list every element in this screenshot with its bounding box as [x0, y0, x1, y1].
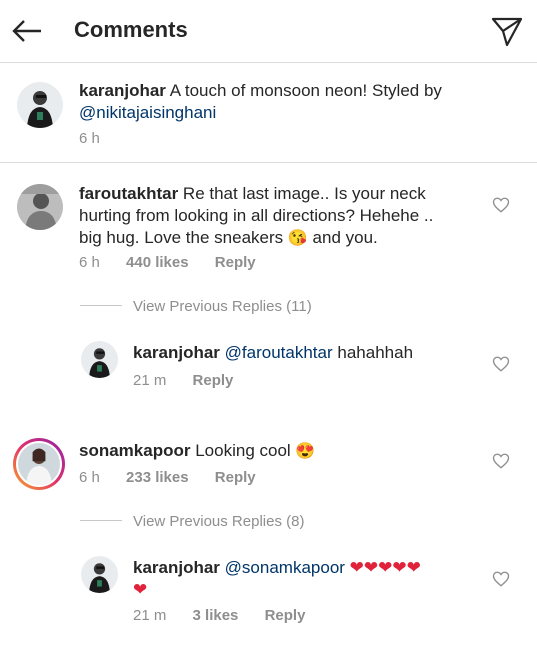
- reply-mention[interactable]: @faroutakhtar: [225, 343, 333, 362]
- caption-timestamp: 6 h: [79, 130, 122, 147]
- red-heart-emoji-icon: ❤❤❤❤❤: [349, 558, 421, 577]
- reply-text: karanjohar @faroutakhtar hahahhah: [133, 342, 483, 364]
- heart-icon[interactable]: [492, 355, 510, 373]
- comment-body: Re that last image.. Is your neck: [182, 184, 426, 203]
- avatar[interactable]: [17, 184, 63, 230]
- user-photo-icon: [81, 556, 118, 593]
- view-previous-replies[interactable]: View Previous Replies (8): [133, 513, 304, 530]
- heart-eyes-emoji-icon: 😍: [295, 443, 316, 460]
- reply-username[interactable]: karanjohar: [133, 343, 220, 362]
- comment-body: and you.: [312, 228, 378, 247]
- caption-text: karanjohar A touch of monsoon neon! Styl…: [79, 80, 499, 124]
- likes-count[interactable]: 3 likes: [193, 607, 239, 624]
- reply-time: 21 m: [133, 372, 167, 389]
- reply-text: karanjohar @sonamkapoor ❤❤❤❤❤ ❤: [133, 557, 483, 601]
- user-photo-icon: [81, 341, 118, 378]
- reply-username[interactable]: karanjohar: [133, 558, 220, 577]
- avatar[interactable]: [81, 341, 118, 378]
- reply-button[interactable]: Reply: [265, 607, 306, 624]
- caption-divider: [0, 162, 537, 163]
- comment-time: 6 h: [79, 254, 100, 271]
- avatar[interactable]: [81, 556, 118, 593]
- reply-button[interactable]: Reply: [193, 372, 234, 389]
- comment-text: sonamkapoor Looking cool 😍: [79, 440, 479, 463]
- avatar[interactable]: [18, 443, 60, 485]
- reply-body: hahahhah: [337, 343, 414, 362]
- reply-mention[interactable]: @sonamkapoor: [225, 558, 345, 577]
- reply-button[interactable]: Reply: [215, 469, 256, 486]
- comment-username[interactable]: faroutakhtar: [79, 184, 178, 203]
- page-title: Comments: [74, 17, 188, 42]
- comment-meta: 6 h 233 likes Reply: [79, 469, 278, 486]
- caption-body: A touch of monsoon neon! Styled by: [169, 81, 442, 100]
- avatar[interactable]: [17, 82, 63, 128]
- user-photo-icon: [17, 184, 63, 230]
- heart-icon[interactable]: [492, 196, 510, 214]
- reply-button[interactable]: Reply: [215, 254, 256, 271]
- direct-message-icon[interactable]: [490, 14, 524, 48]
- reply-meta: 21 m Reply: [133, 372, 255, 389]
- view-previous-replies[interactable]: View Previous Replies (11): [133, 298, 312, 315]
- comments-header: Comments: [0, 0, 537, 63]
- comment-meta: 6 h 440 likes Reply: [79, 254, 278, 271]
- user-photo-icon: [17, 82, 63, 128]
- replies-line: [80, 520, 122, 521]
- back-arrow-icon[interactable]: [10, 14, 44, 48]
- likes-count[interactable]: 233 likes: [126, 469, 189, 486]
- likes-count[interactable]: 440 likes: [126, 254, 189, 271]
- reply-meta: 21 m 3 likes Reply: [133, 607, 327, 624]
- comment-text: faroutakhtar Re that last image.. Is you…: [79, 183, 489, 250]
- comment-body: big hug. Love the sneakers: [79, 228, 284, 247]
- heart-icon[interactable]: [492, 452, 510, 470]
- reply-time: 21 m: [133, 607, 167, 624]
- kiss-emoji-icon: 😘: [287, 230, 308, 247]
- heart-icon[interactable]: [492, 570, 510, 588]
- caption-mention[interactable]: @nikitajaisinghani: [79, 103, 216, 122]
- caption-username[interactable]: karanjohar: [79, 81, 166, 100]
- comment-time: 6 h: [79, 469, 100, 486]
- comment-body: hurting from looking in all directions? …: [79, 206, 434, 225]
- replies-line: [80, 305, 122, 306]
- comment-username[interactable]: sonamkapoor: [79, 441, 190, 460]
- caption-time: 6 h: [79, 130, 100, 147]
- red-heart-emoji-icon: ❤: [133, 580, 148, 599]
- comment-body: Looking cool: [195, 441, 291, 460]
- user-photo-icon: [18, 443, 60, 485]
